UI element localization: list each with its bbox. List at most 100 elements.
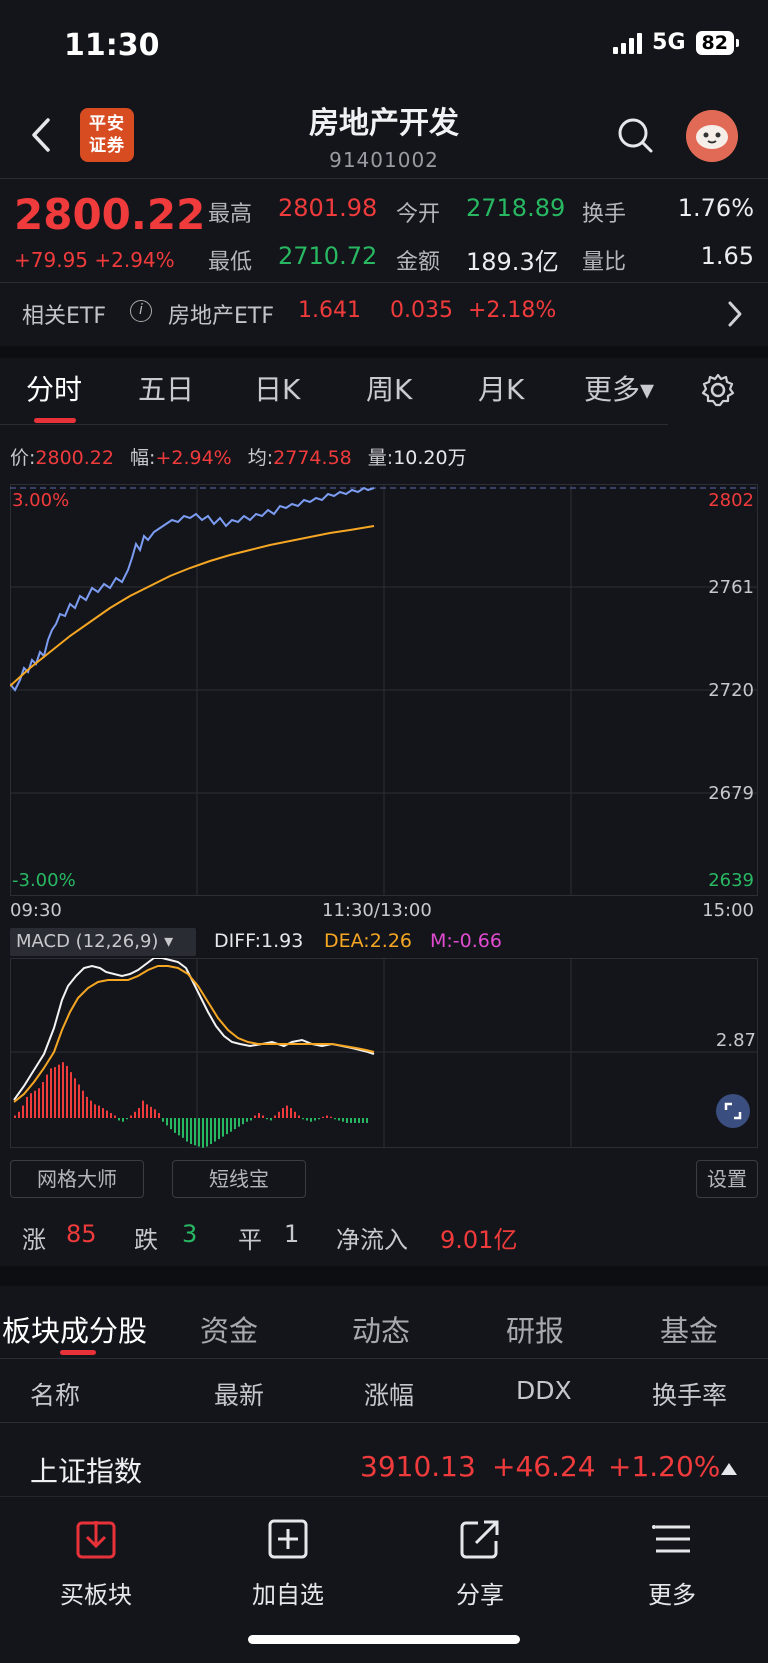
macd-histogram-bar <box>166 1118 168 1126</box>
intraday-infoline: 价:2800.22 幅:+2.94% 均:2774.58 量:10.20万 <box>10 447 467 469</box>
macd-histogram-bar <box>126 1118 128 1120</box>
tab-five-day[interactable]: 五日 <box>138 368 194 408</box>
macd-histogram-bar <box>230 1118 232 1132</box>
tab-sector-constituents[interactable]: 板块成分股 <box>2 1308 147 1350</box>
add-watchlist-button[interactable]: 加自选 <box>228 1517 348 1610</box>
macd-histogram-bar <box>366 1118 368 1123</box>
tab-fund[interactable]: 基金 <box>660 1308 718 1350</box>
macd-histogram-bar <box>270 1118 272 1121</box>
etf-change: 0.035 <box>390 298 453 323</box>
flat-label: 平 <box>238 1226 262 1254</box>
col-change-pct[interactable]: 涨幅 <box>364 1376 414 1412</box>
macd-histogram-bar <box>206 1118 208 1147</box>
macd-histogram-bar <box>346 1118 348 1123</box>
macd-histogram-bar <box>50 1068 52 1118</box>
macd-histogram-bar <box>134 1111 136 1118</box>
tab-research[interactable]: 研报 <box>506 1308 564 1350</box>
settings-gear-icon[interactable] <box>700 372 736 408</box>
buy-sector-button[interactable]: 买板块 <box>36 1517 156 1610</box>
col-turnover[interactable]: 换手率 <box>652 1376 727 1412</box>
fullscreen-button[interactable] <box>716 1094 750 1128</box>
macd-histogram-bar <box>258 1113 260 1118</box>
macd-histogram-bar <box>154 1109 156 1118</box>
down-label: 跌 <box>134 1226 158 1254</box>
macd-histogram-bar <box>54 1067 56 1118</box>
macd-histogram-bar <box>202 1118 204 1148</box>
macd-histogram-bar <box>106 1110 108 1118</box>
amount-value: 189.3亿 <box>466 248 559 276</box>
intraday-chart[interactable] <box>10 484 758 896</box>
status-indicators: 5G 82 <box>613 30 740 55</box>
macd-histogram-bar <box>306 1118 308 1121</box>
collapse-up-icon[interactable] <box>720 1462 738 1476</box>
up-label: 涨 <box>22 1226 46 1254</box>
macd-histogram-bar <box>186 1118 188 1142</box>
y-tick-label: 2720 <box>708 680 754 701</box>
more-button[interactable]: 更多 <box>612 1517 732 1610</box>
macd-histogram-bar <box>86 1096 88 1118</box>
tab-monthly-k[interactable]: 月K <box>478 368 524 408</box>
macd-histogram-bar <box>322 1116 324 1118</box>
macd-histogram-bar <box>242 1118 244 1125</box>
settings-button[interactable]: 设置 <box>696 1160 758 1198</box>
etf-price: 1.641 <box>298 298 361 323</box>
macd-histogram-bar <box>74 1078 76 1118</box>
macd-histogram-bar <box>118 1118 120 1121</box>
high-value: 2801.98 <box>278 194 378 222</box>
search-icon[interactable] <box>616 116 656 156</box>
macd-histogram-bar <box>210 1118 212 1145</box>
network-label: 5G <box>652 30 686 55</box>
info-price: 2800.22 <box>35 447 114 469</box>
tab-weekly-k[interactable]: 周K <box>366 368 412 408</box>
macd-histogram-bar <box>130 1115 132 1118</box>
signal-icon <box>613 32 643 54</box>
avatar[interactable] <box>686 110 738 162</box>
index-pct: +1.20% <box>608 1450 721 1483</box>
macd-histogram-bar <box>318 1118 320 1120</box>
tab-news[interactable]: 动态 <box>352 1308 410 1350</box>
macd-histogram-bar <box>350 1118 352 1123</box>
related-etf-row[interactable]: 相关ETF i 房地产ETF 1.641 0.035 +2.18% <box>0 282 768 346</box>
macd-histogram-bar <box>178 1118 180 1136</box>
y-tick-label: 2761 <box>708 577 754 598</box>
grid-master-button[interactable]: 网格大师 <box>10 1160 144 1198</box>
download-icon <box>76 1521 116 1559</box>
expand-icon <box>724 1102 742 1120</box>
col-last[interactable]: 最新 <box>214 1376 264 1412</box>
macd-histogram-bar <box>18 1111 20 1118</box>
avatar-icon <box>686 110 738 162</box>
tab-daily-k[interactable]: 日K <box>254 368 300 408</box>
macd-histogram-bar <box>46 1074 48 1118</box>
macd-selector[interactable]: MACD (12,26,9) ▾ <box>10 928 196 956</box>
macd-dea: DEA:2.26 <box>324 930 413 952</box>
macd-histogram-bar <box>162 1118 164 1122</box>
macd-histogram-bar <box>246 1118 248 1122</box>
share-button[interactable]: 分享 <box>420 1517 540 1610</box>
tab-intraday[interactable]: 分时 <box>26 368 82 408</box>
info-icon[interactable]: i <box>130 300 152 322</box>
tab-more[interactable]: 更多▾ <box>584 368 654 408</box>
macd-histogram-bar <box>278 1111 280 1118</box>
index-change: +46.24 <box>492 1450 596 1483</box>
menu-icon <box>652 1525 690 1553</box>
home-indicator <box>248 1635 520 1644</box>
macd-histogram-bar <box>42 1082 44 1118</box>
etf-pct: +2.18% <box>468 298 557 323</box>
short-line-button[interactable]: 短线宝 <box>172 1160 306 1198</box>
info-volume: 10.20万 <box>393 447 467 469</box>
divider <box>0 1358 768 1359</box>
net-inflow-value: 9.01亿 <box>440 1226 518 1254</box>
macd-chart[interactable] <box>10 958 758 1148</box>
macd-histogram-bar <box>62 1062 64 1118</box>
index-row[interactable]: 上证指数 3910.13 +46.24 +1.20% <box>0 1434 768 1494</box>
col-ddx[interactable]: DDX <box>516 1376 572 1405</box>
col-name[interactable]: 名称 <box>30 1376 80 1412</box>
tab-funds-flow[interactable]: 资金 <box>200 1308 258 1350</box>
info-average: 2774.58 <box>273 447 352 469</box>
macd-histogram-bar <box>194 1118 196 1146</box>
macd-histogram-bar <box>22 1105 24 1118</box>
volume-ratio-label: 量比 <box>582 250 627 275</box>
macd-histogram-bar <box>262 1115 264 1118</box>
macd-histogram-bar <box>14 1115 16 1118</box>
macd-histogram-bar <box>286 1105 288 1118</box>
